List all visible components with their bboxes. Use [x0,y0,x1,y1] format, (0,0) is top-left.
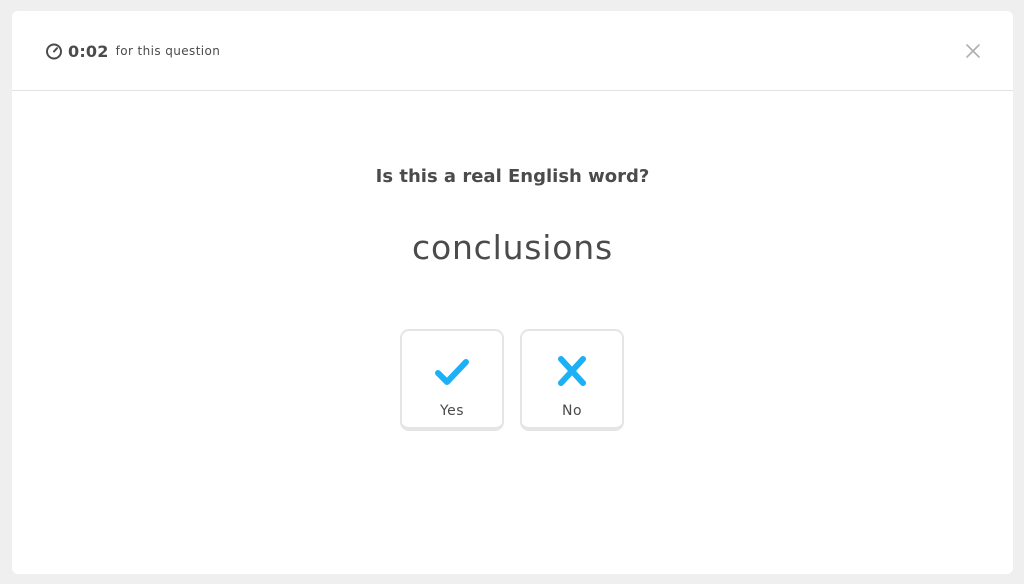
yes-button[interactable]: Yes [400,329,504,431]
close-icon [966,44,980,58]
timer-suffix-text: for this question [115,44,221,58]
x-mark-icon [558,356,586,386]
stopwatch-icon [46,43,62,60]
close-button[interactable] [962,40,984,62]
question-card: 0:02 for this question Is this a real En… [12,11,1013,574]
no-button[interactable]: No [520,329,624,431]
question-word: conclusions [412,228,613,267]
question-timer: 0:02 for this question [45,40,220,62]
checkmark-icon [435,359,469,385]
question-prompt: Is this a real English word? [375,166,650,187]
yes-button-label: Yes [439,403,465,419]
no-button-label: No [561,403,583,419]
timer-value: 0:02 [68,41,109,61]
question-header: 0:02 for this question [12,11,1013,91]
